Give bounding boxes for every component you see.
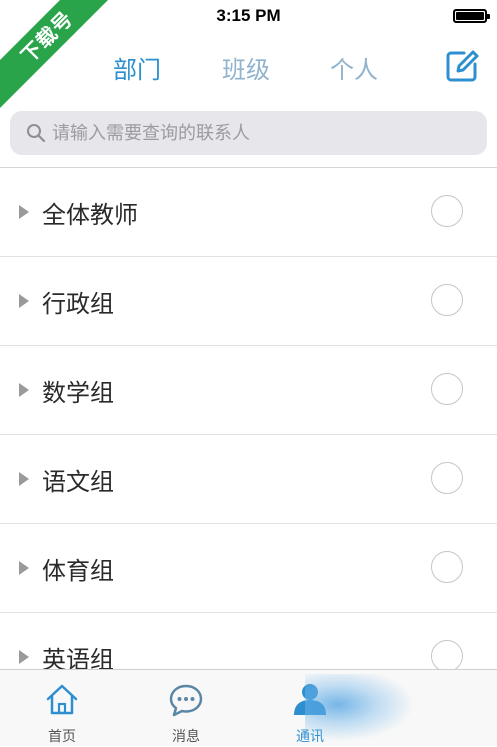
group-label: 行政组 xyxy=(42,290,114,318)
list-item[interactable]: 数学组 xyxy=(0,346,497,435)
home-icon xyxy=(46,684,78,715)
expand-arrow-icon[interactable] xyxy=(19,294,29,308)
expand-arrow-icon[interactable] xyxy=(19,561,29,575)
compose-icon xyxy=(446,50,479,82)
list-item[interactable]: 英语组 xyxy=(0,613,497,669)
group-list: 全体教师 行政组 数学组 语文组 体育组 英语组 xyxy=(0,168,497,669)
group-label: 英语组 xyxy=(42,646,114,669)
group-label: 全体教师 xyxy=(42,201,138,229)
tabbar-label: 消息 xyxy=(172,729,200,745)
search-input[interactable] xyxy=(52,111,472,155)
search-bar xyxy=(10,111,487,155)
expand-arrow-icon[interactable] xyxy=(19,472,29,486)
group-label: 数学组 xyxy=(42,379,114,407)
group-label: 体育组 xyxy=(42,557,114,585)
expand-arrow-icon[interactable] xyxy=(19,650,29,664)
tab-personal[interactable]: 个人 xyxy=(330,50,378,85)
select-checkbox[interactable] xyxy=(431,462,463,494)
list-item[interactable]: 体育组 xyxy=(0,524,497,613)
tabbar-label: 首页 xyxy=(48,729,76,745)
segment-tabs: 部门 班级 个人 xyxy=(0,40,497,92)
contacts-icon xyxy=(294,684,326,715)
group-label: 语文组 xyxy=(42,468,114,496)
select-checkbox[interactable] xyxy=(431,640,463,669)
compose-button[interactable] xyxy=(444,48,480,84)
select-checkbox[interactable] xyxy=(431,195,463,227)
select-checkbox[interactable] xyxy=(431,373,463,405)
list-item[interactable]: 行政组 xyxy=(0,257,497,346)
select-checkbox[interactable] xyxy=(431,284,463,316)
tabbar-label: 通讯 xyxy=(296,729,324,745)
tab-department[interactable]: 部门 xyxy=(113,50,161,85)
search-icon xyxy=(27,124,46,143)
bottom-tab-bar: 首页 消息 通讯 xyxy=(0,669,497,746)
expand-arrow-icon[interactable] xyxy=(19,383,29,397)
list-item[interactable]: 全体教师 xyxy=(0,168,497,257)
list-item[interactable]: 语文组 xyxy=(0,435,497,524)
tabbar-item-messages[interactable]: 消息 xyxy=(124,670,248,747)
tabbar-item-contacts[interactable]: 通讯 xyxy=(248,670,372,747)
battery-icon xyxy=(453,9,490,23)
expand-arrow-icon[interactable] xyxy=(19,205,29,219)
tab-class[interactable]: 班级 xyxy=(222,50,270,85)
select-checkbox[interactable] xyxy=(431,551,463,583)
tabbar-item-home[interactable]: 首页 xyxy=(0,670,124,747)
chat-icon xyxy=(169,684,203,717)
